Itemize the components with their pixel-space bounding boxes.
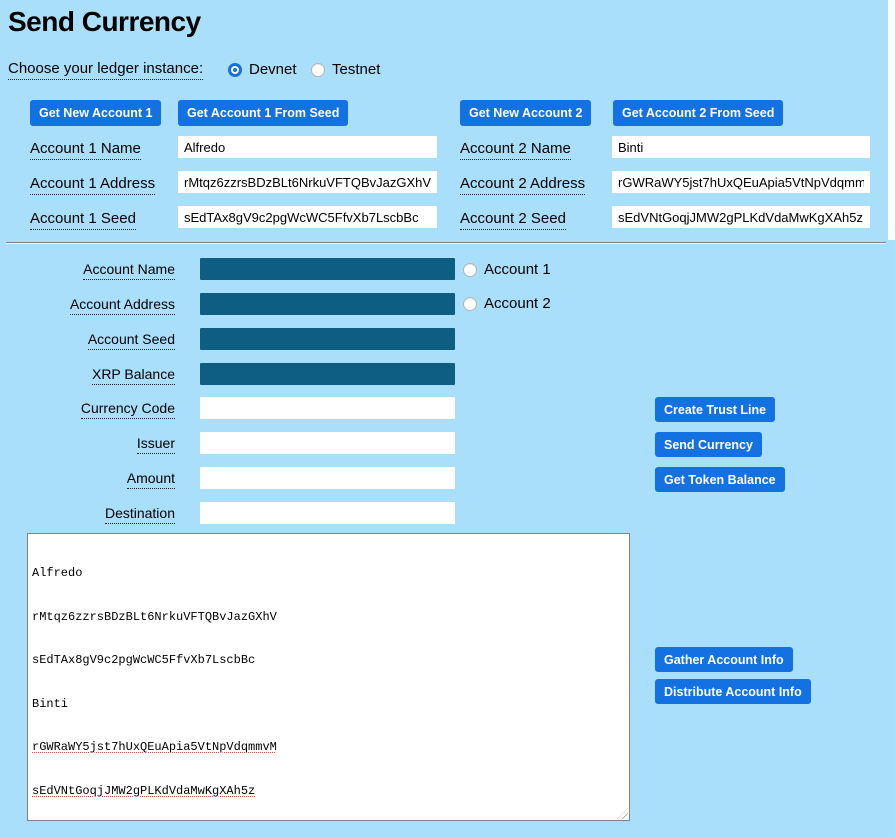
account-1-name-input[interactable] [178, 136, 437, 158]
get-account-2-from-seed-button[interactable]: Get Account 2 From Seed [613, 100, 783, 126]
issuer-label: Issuer [0, 435, 175, 454]
xrp-balance-label: XRP Balance [0, 366, 175, 385]
account-2-name-input[interactable] [612, 136, 870, 158]
radio-account-1[interactable]: Account 1 [463, 261, 551, 278]
get-new-account-1-button[interactable]: Get New Account 1 [30, 100, 161, 126]
textarea-resize-handle[interactable] [617, 808, 628, 819]
xrp-balance-display[interactable] [200, 363, 455, 385]
radio-account-1-control[interactable] [463, 263, 477, 277]
account-1-name-label: Account 1 Name [30, 140, 141, 160]
send-currency-button[interactable]: Send Currency [655, 432, 762, 457]
destination-label: Destination [0, 505, 175, 524]
page-title: Send Currency [8, 6, 201, 38]
results-line: rMtqz6zzrsBDzBLt6NrkuVFTQBvJazGXhV [32, 610, 625, 625]
ledger-instance-label: Choose your ledger instance: [8, 60, 203, 80]
get-token-balance-button[interactable]: Get Token Balance [655, 467, 785, 492]
radio-testnet[interactable]: Testnet [311, 61, 380, 78]
results-line: sEdVNtGoqjJMW2gPLKdVdaMwKgXAh5z [32, 784, 625, 799]
account-2-seed-input[interactable] [612, 206, 870, 228]
account-2-name-label: Account 2 Name [460, 140, 571, 160]
account-1-seed-label: Account 1 Seed [30, 210, 136, 230]
radio-devnet[interactable]: Devnet [228, 61, 297, 78]
issuer-input[interactable] [200, 432, 455, 454]
results-line: rGWRaWY5jst7hUxQEuApia5VtNpVdqmmvM [32, 740, 625, 755]
radio-account-2[interactable]: Account 2 [463, 295, 551, 312]
get-new-account-2-button[interactable]: Get New Account 2 [460, 100, 591, 126]
account-1-seed-input[interactable] [178, 206, 437, 228]
destination-input[interactable] [200, 502, 455, 524]
get-account-1-from-seed-button[interactable]: Get Account 1 From Seed [178, 100, 348, 126]
account-seed-display[interactable] [200, 328, 455, 350]
account-address-label: Account Address [0, 296, 175, 315]
account-2-address-input[interactable] [612, 171, 870, 193]
page-scrollbar-thumb[interactable] [888, 0, 895, 240]
account-address-display[interactable] [200, 293, 455, 315]
account-1-address-input[interactable] [178, 171, 437, 193]
radio-devnet-label: Devnet [249, 61, 297, 78]
distribute-account-info-button[interactable]: Distribute Account Info [655, 679, 811, 704]
currency-code-label: Currency Code [0, 400, 175, 419]
account-2-address-label: Account 2 Address [460, 175, 585, 195]
account-name-display[interactable] [200, 258, 455, 280]
radio-devnet-control[interactable] [228, 63, 242, 77]
results-textarea[interactable]: Alfredo rMtqz6zzrsBDzBLt6NrkuVFTQBvJazGX… [27, 533, 630, 821]
amount-input[interactable] [200, 467, 455, 489]
radio-account-1-label: Account 1 [484, 261, 551, 278]
radio-testnet-label: Testnet [332, 61, 380, 78]
create-trust-line-button[interactable]: Create Trust Line [655, 397, 775, 422]
results-line: sEdTAx8gV9c2pgWcWC5FfvXb7LscbBc [32, 653, 625, 668]
account-name-label: Account Name [0, 261, 175, 280]
currency-code-input[interactable] [200, 397, 455, 419]
section-divider [6, 242, 886, 244]
amount-label: Amount [0, 470, 175, 489]
gather-account-info-button[interactable]: Gather Account Info [655, 647, 793, 672]
results-line: Alfredo [32, 566, 625, 581]
send-currency-page: Send Currency Choose your ledger instanc… [0, 0, 895, 837]
account-seed-label: Account Seed [0, 331, 175, 350]
account-2-seed-label: Account 2 Seed [460, 210, 566, 230]
radio-testnet-control[interactable] [311, 63, 325, 77]
account-1-address-label: Account 1 Address [30, 175, 155, 195]
results-line: Binti [32, 697, 625, 712]
radio-account-2-control[interactable] [463, 297, 477, 311]
radio-account-2-label: Account 2 [484, 295, 551, 312]
